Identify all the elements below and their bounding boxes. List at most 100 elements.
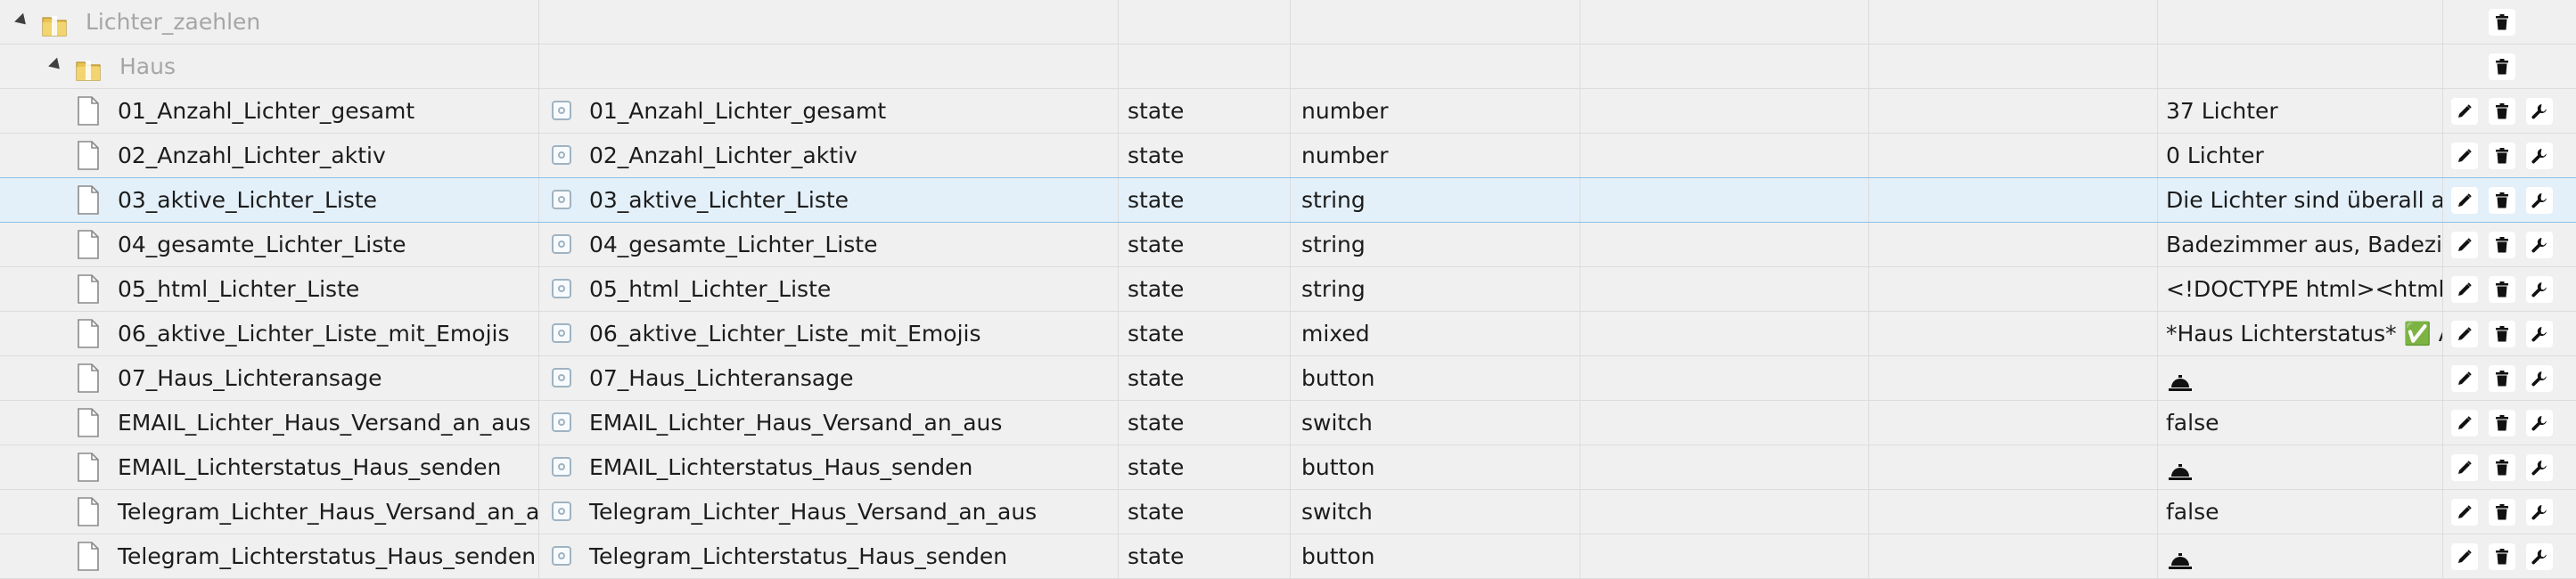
file-icon — [77, 319, 100, 348]
edit-button[interactable] — [2451, 365, 2478, 392]
value-cell[interactable] — [2158, 356, 2443, 400]
folder-row[interactable]: Haus — [0, 45, 2576, 89]
state-row[interactable]: EMAIL_Lichter_Haus_Versand_an_aus EMAIL_L… — [0, 401, 2576, 445]
state-row[interactable]: 02_Anzahl_Lichter_aktiv 02_Anzahl_Lichter… — [0, 134, 2576, 178]
edit-button[interactable] — [2451, 321, 2478, 347]
folder-row[interactable]: Lichter_zaehlen — [0, 0, 2576, 45]
empty-cell — [1580, 0, 1869, 44]
actions-cell — [2443, 0, 2576, 44]
edit-button[interactable] — [2451, 499, 2478, 526]
state-row[interactable]: EMAIL_Lichterstatus_Haus_senden EMAIL_Lic… — [0, 445, 2576, 490]
type-cell: state — [1119, 312, 1291, 355]
edit-button[interactable] — [2451, 98, 2478, 125]
settings-button[interactable] — [2526, 187, 2553, 214]
settings-button[interactable] — [2526, 454, 2553, 481]
state-row[interactable]: 06_aktive_Lichter_Liste_mit_Emojis 06_akt… — [0, 312, 2576, 356]
name-cell: EMAIL_Lichterstatus_Haus_senden — [0, 445, 539, 489]
delete-button[interactable] — [2489, 9, 2515, 36]
state-row[interactable]: 03_aktive_Lichter_Liste 03_aktive_Lichter… — [0, 177, 2576, 223]
expand-arrow-icon[interactable] — [14, 12, 30, 29]
delete-button[interactable] — [2489, 143, 2515, 169]
edit-button[interactable] — [2451, 187, 2478, 214]
actions-cell — [2443, 89, 2576, 133]
role-cell: string — [1291, 178, 1580, 222]
settings-button[interactable] — [2526, 321, 2553, 347]
expand-arrow-icon[interactable] — [48, 57, 64, 74]
object-name: EMAIL_Lichter_Haus_Versand_an_aus — [589, 410, 1003, 436]
empty-cell — [2158, 0, 2443, 44]
object-icon — [552, 234, 571, 254]
delete-button[interactable] — [2489, 321, 2515, 347]
bell-icon[interactable] — [2167, 543, 2194, 569]
state-row[interactable]: 07_Haus_Lichteransage 07_Haus_Lichteransa… — [0, 356, 2576, 401]
value-cell[interactable]: false — [2158, 401, 2443, 444]
edit-button[interactable] — [2451, 232, 2478, 258]
name-cell: Telegram_Lichterstatus_Haus_senden — [0, 534, 539, 578]
type-cell: state — [1119, 445, 1291, 489]
actions-cell — [2443, 134, 2576, 177]
object-icon — [552, 457, 571, 477]
delete-button[interactable] — [2489, 454, 2515, 481]
value-cell[interactable]: Badezimmer aus, Badezimmer — [2158, 223, 2443, 266]
delete-button[interactable] — [2489, 410, 2515, 436]
value-cell[interactable]: <!DOCTYPE html><html la — [2158, 267, 2443, 311]
delete-button[interactable] — [2489, 187, 2515, 214]
edit-button[interactable] — [2451, 410, 2478, 436]
settings-button[interactable] — [2526, 232, 2553, 258]
actions-cell — [2443, 490, 2576, 534]
settings-button[interactable] — [2526, 143, 2553, 169]
settings-button[interactable] — [2526, 276, 2553, 303]
value-cell[interactable]: false — [2158, 490, 2443, 534]
delete-button[interactable] — [2489, 98, 2515, 125]
function-cell — [1869, 534, 2158, 578]
state-row[interactable]: 04_gesamte_Lichter_Liste 04_gesamte_Licht… — [0, 223, 2576, 267]
delete-button[interactable] — [2489, 365, 2515, 392]
edit-button[interactable] — [2451, 276, 2478, 303]
value-cell[interactable]: 0 Lichter — [2158, 134, 2443, 177]
role-cell: switch — [1291, 490, 1580, 534]
edit-button[interactable] — [2451, 143, 2478, 169]
value-cell[interactable]: 37 Lichter — [2158, 89, 2443, 133]
delete-button[interactable] — [2489, 276, 2515, 303]
name-cell: 06_aktive_Lichter_Liste_mit_Emojis — [0, 312, 539, 355]
state-value: *Haus Lichterstatus* ✅ Al — [2166, 321, 2443, 347]
bell-icon[interactable] — [2167, 454, 2194, 480]
function-cell — [1869, 223, 2158, 266]
type-value: state — [1128, 98, 1185, 124]
object-cell: 02_Anzahl_Lichter_aktiv — [539, 134, 1119, 177]
settings-button[interactable] — [2526, 543, 2553, 570]
state-row[interactable]: 01_Anzahl_Lichter_gesamt 01_Anzahl_Lichte… — [0, 89, 2576, 134]
settings-button[interactable] — [2526, 98, 2553, 125]
state-row[interactable]: Telegram_Lichter_Haus_Versand_an_aus Tele… — [0, 490, 2576, 534]
file-icon — [77, 497, 100, 526]
role-cell: button — [1291, 534, 1580, 578]
edit-button[interactable] — [2451, 543, 2478, 570]
delete-button[interactable] — [2489, 232, 2515, 258]
type-value: state — [1128, 499, 1185, 525]
empty-cell — [1869, 45, 2158, 88]
value-cell[interactable] — [2158, 445, 2443, 489]
object-cell: EMAIL_Lichter_Haus_Versand_an_aus — [539, 401, 1119, 444]
delete-button[interactable] — [2489, 499, 2515, 526]
object-cell: Telegram_Lichterstatus_Haus_senden — [539, 534, 1119, 578]
bell-icon[interactable] — [2167, 365, 2194, 391]
empty-cell — [2158, 45, 2443, 88]
delete-button[interactable] — [2489, 543, 2515, 570]
role-cell: number — [1291, 134, 1580, 177]
state-row[interactable]: Telegram_Lichterstatus_Haus_senden Telegr… — [0, 534, 2576, 579]
settings-button[interactable] — [2526, 410, 2553, 436]
settings-button[interactable] — [2526, 365, 2553, 392]
settings-button[interactable] — [2526, 499, 2553, 526]
file-icon — [77, 363, 100, 393]
state-name: EMAIL_Lichterstatus_Haus_senden — [118, 454, 502, 480]
value-cell[interactable] — [2158, 534, 2443, 578]
delete-button[interactable] — [2489, 53, 2515, 80]
object-cell: 03_aktive_Lichter_Liste — [539, 178, 1119, 222]
state-row[interactable]: 05_html_Lichter_Liste 05_html_Lichter_Lis… — [0, 267, 2576, 312]
edit-button[interactable] — [2451, 454, 2478, 481]
value-cell[interactable]: *Haus Lichterstatus* ✅ Al — [2158, 312, 2443, 355]
empty-cell — [1119, 45, 1291, 88]
object-icon — [552, 190, 571, 209]
function-cell — [1869, 490, 2158, 534]
value-cell[interactable]: Die Lichter sind überall aus — [2158, 178, 2443, 222]
